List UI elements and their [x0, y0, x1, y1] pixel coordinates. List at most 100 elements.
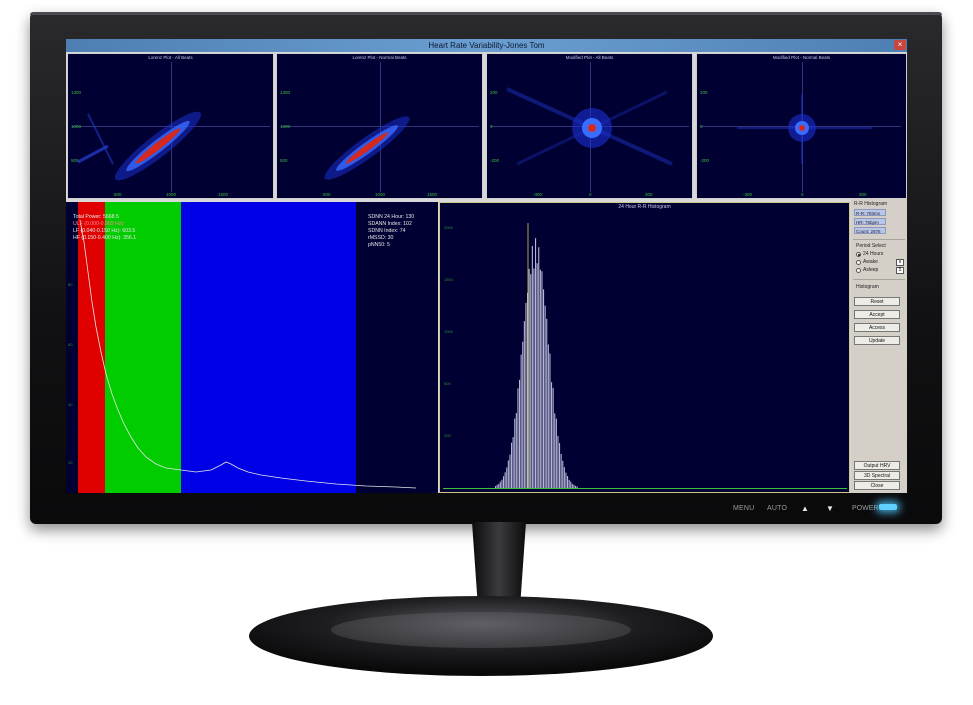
histogram-bar: [549, 353, 551, 488]
monitor-screen: Heart Rate Variability-Jones Tom × Loren…: [66, 39, 907, 493]
histogram-bar: [530, 274, 532, 488]
radio-label: Asleep: [863, 267, 879, 273]
histogram-bar: [503, 476, 505, 488]
histogram-bar: [517, 388, 519, 488]
rmssd-text: rMSSD: 30: [368, 235, 394, 241]
histogram-bar: [551, 382, 553, 488]
histogram-bar: [511, 442, 513, 488]
modified-plot-normal-beats: Modified Plot - Normal Beats 200 0 -200 …: [696, 53, 907, 199]
menu-button[interactable]: MENU: [733, 505, 754, 512]
histogram-bar: [535, 238, 537, 488]
y-tick: -200: [700, 158, 710, 163]
power-label: POWER: [852, 505, 879, 512]
histogram-bar: [560, 453, 562, 488]
x-tick: -300: [743, 192, 753, 197]
x-tick: 1500: [218, 192, 229, 197]
histogram-group-label: Histogram: [856, 284, 879, 290]
auto-button[interactable]: AUTO: [767, 505, 787, 512]
spin-toggle-button[interactable]: ∨: [896, 259, 904, 266]
scatter-cloud: [506, 87, 673, 166]
x-tick: 1000: [166, 192, 177, 197]
histogram-bar: [539, 269, 541, 488]
y-tick: 20: [68, 460, 73, 465]
histogram-bar: [541, 271, 543, 488]
accept-button[interactable]: Accept: [854, 310, 900, 319]
histogram-x-axis: [443, 488, 847, 489]
lorenz-plot-normal-beats: Lorenz Plot - Normal Beats 1300 1000 500…: [276, 53, 483, 199]
histogram-bar: [506, 467, 508, 488]
histogram-bar: [523, 321, 525, 488]
modified-plot-all-beats: Modified Plot - All Beats 200 0 -200 -30…: [486, 53, 693, 199]
histogram-bar: [559, 443, 561, 488]
y-tick: -200: [490, 158, 500, 163]
histogram-bar: [522, 341, 524, 488]
histogram-bar: [546, 318, 548, 488]
histogram-bar: [525, 302, 527, 488]
sdann-index-text: SDANN Index: 102: [368, 221, 412, 227]
reset-button[interactable]: Reset: [854, 297, 900, 306]
power-spectrum-panel: Total Power: 5668.5 ULF (0.000-0.003 Hz)…: [66, 202, 438, 493]
histogram-bar: [512, 437, 514, 488]
y-tick: 1300: [280, 90, 291, 95]
y-tick: 60: [68, 342, 73, 347]
divider: [853, 239, 905, 240]
bezel-highlight: [30, 12, 942, 15]
scatter-cloud: [324, 116, 410, 180]
count-field: Count: 2876: [854, 227, 886, 234]
histogram-bar: [567, 476, 569, 488]
x-tick: -300: [533, 192, 543, 197]
down-arrow-button[interactable]: ▼: [826, 504, 834, 513]
pnn50-text: pNN50: 5: [368, 242, 390, 248]
y-tick: 200: [490, 90, 498, 95]
histogram-bar: [547, 344, 549, 488]
spin-value-field[interactable]: 5: [896, 267, 904, 274]
scatter-cloud: [77, 111, 202, 181]
monitor-stand-base: [249, 596, 713, 676]
histogram-bar: [519, 379, 521, 488]
histogram-bar: [555, 418, 557, 488]
access-button[interactable]: Access: [854, 323, 900, 332]
radio-24-hours[interactable]: [856, 252, 861, 257]
histogram-bar: [501, 479, 503, 488]
sdnn-24h-text: SDNN 24 Hour: 130: [368, 214, 415, 220]
histogram-bar: [562, 460, 564, 488]
rr-histogram-label: R-R Histogram: [854, 201, 888, 207]
y-tick: 80: [68, 282, 73, 287]
y-tick: 0: [490, 124, 493, 129]
histogram-bar: [528, 268, 530, 488]
histogram-bar: [568, 479, 570, 488]
histogram-bars: [495, 223, 578, 488]
y-tick: 1000: [71, 124, 82, 129]
control-sidebar: R-R Histogram R-R: 783ms HR: 76bpm Count…: [851, 199, 907, 493]
histogram-bar: [520, 354, 522, 488]
divider: [853, 279, 905, 280]
lf-power-text: LF (0.040-0.150 Hz): 603.5: [73, 228, 136, 234]
x-tick: 0: [801, 192, 804, 197]
radio-awake[interactable]: [856, 260, 861, 265]
close-button[interactable]: Close: [854, 481, 900, 490]
radio-asleep[interactable]: [856, 268, 861, 273]
y-tick: 0: [700, 124, 703, 129]
total-power-text: Total Power: 5668.5: [73, 214, 119, 220]
ulf-power-text: ULF (0.000-0.003 Hz):: [73, 221, 125, 227]
close-window-button[interactable]: ×: [894, 40, 906, 50]
power-button-led[interactable]: [879, 504, 897, 510]
rr-field: R-R: 783ms: [854, 209, 886, 216]
lorenz-plot-all-beats: Lorenz Plot - All Beats 1300 1000 500 50…: [67, 53, 274, 199]
histogram-bar: [554, 413, 556, 488]
histogram-bar: [544, 305, 546, 488]
x-tick: 500: [114, 192, 122, 197]
histogram-bar: [515, 412, 517, 488]
y-tick: 40: [68, 402, 73, 407]
hf-power-text: HF (0.150-0.400 Hz): 356.1: [73, 235, 137, 241]
histogram-bar: [509, 454, 511, 488]
update-button[interactable]: Update: [854, 336, 900, 345]
radio-label: 24 Hours: [863, 251, 884, 257]
3d-spectral-button[interactable]: 3D Spectral: [854, 471, 900, 480]
histogram-bar: [504, 472, 506, 488]
histogram-bar: [538, 247, 540, 488]
output-hrv-button[interactable]: Output HRV: [854, 461, 900, 470]
histogram-bar: [552, 388, 554, 488]
histogram-bar: [514, 418, 516, 488]
up-arrow-button[interactable]: ▲: [801, 504, 809, 513]
